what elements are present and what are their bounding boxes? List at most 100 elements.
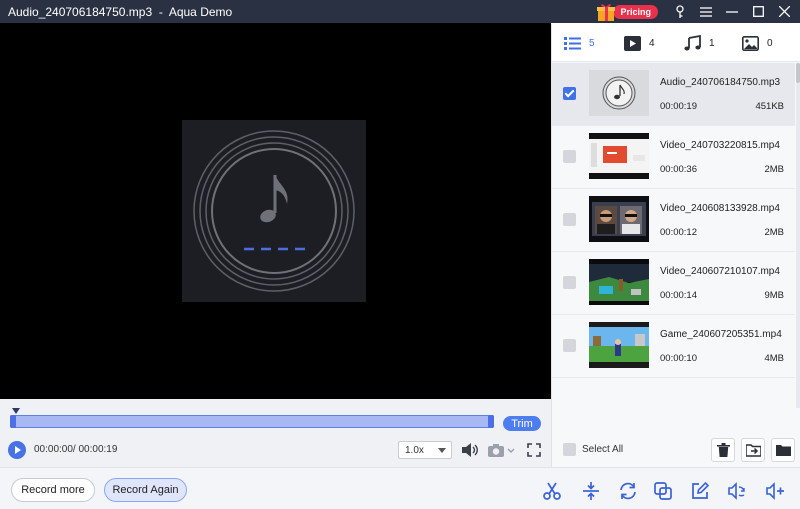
item-checkbox[interactable]	[563, 339, 576, 352]
select-all-box	[563, 443, 576, 456]
volume-icon[interactable]	[460, 441, 480, 459]
music-icon	[684, 35, 701, 51]
item-checkbox[interactable]	[563, 213, 576, 226]
edit-button[interactable]	[687, 478, 713, 504]
camera-icon[interactable]	[487, 441, 517, 459]
pricing-label: Pricing	[613, 4, 658, 19]
list-icon	[564, 36, 581, 50]
file-size: 9MB	[764, 290, 784, 301]
tab-audio-count: 1	[709, 37, 715, 49]
delete-button[interactable]	[711, 438, 735, 462]
playback-controls: Trim 00:00:00/ 00:00:19 1.0x	[0, 399, 551, 467]
convert-button[interactable]	[615, 478, 641, 504]
file-duration: 00:00:12	[660, 227, 697, 238]
file-duration: 00:00:19	[660, 101, 697, 112]
merge-button[interactable]	[650, 478, 676, 504]
open-folder-button[interactable]	[771, 438, 795, 462]
tab-image[interactable]: 0	[742, 35, 773, 51]
list-item[interactable]: Video_240607210107.mp4 00:00:14 9MB	[552, 252, 795, 315]
folder-icon	[775, 444, 791, 456]
item-checkbox[interactable]	[563, 87, 576, 100]
list-item[interactable]: Video_240608133928.mp4 00:00:12 2MB	[552, 189, 795, 252]
folder-import-icon	[745, 444, 761, 457]
scrollbar-thumb[interactable]	[796, 63, 800, 83]
volume-boost-button[interactable]	[762, 478, 788, 504]
file-size: 2MB	[764, 227, 784, 238]
file-duration: 00:00:10	[660, 353, 697, 364]
preview-player[interactable]	[0, 23, 551, 399]
scissors-icon	[543, 482, 561, 500]
app-name: Aqua Demo	[168, 4, 233, 19]
playhead[interactable]	[12, 408, 20, 414]
minimize-icon[interactable]	[720, 0, 744, 23]
import-button[interactable]	[741, 438, 765, 462]
file-size: 451KB	[755, 101, 784, 112]
compress-icon	[583, 482, 599, 500]
speaker-refresh-icon	[728, 482, 745, 500]
list-item[interactable]: Game_240607205351.mp4 00:00:10 4MB	[552, 315, 795, 378]
record-more-button[interactable]: Record more	[11, 478, 95, 502]
trim-track[interactable]	[10, 415, 494, 428]
file-size: 4MB	[764, 353, 784, 364]
trim-button[interactable]: Trim	[503, 416, 541, 431]
file-name: Video_240607210107.mp4	[660, 266, 780, 277]
music-note-icon	[193, 130, 355, 292]
window-title: Audio_240706184750.mp3 - Aqua Demo	[0, 5, 232, 19]
tab-image-count: 0	[767, 37, 773, 49]
convert-icon	[620, 482, 636, 500]
file-name: Game_240607205351.mp4	[660, 329, 782, 340]
tab-all-count: 5	[589, 37, 595, 49]
list-item[interactable]: Video_240703220815.mp4 00:00:36 2MB	[552, 126, 795, 189]
file-name: Video_240608133928.mp4	[660, 203, 780, 214]
list-item[interactable]: Audio_240706184750.mp3 00:00:19 451KB	[552, 63, 795, 126]
trim-tool-button[interactable]	[539, 478, 565, 504]
app-window: Audio_240706184750.mp3 - Aqua Demo Prici…	[0, 0, 800, 509]
speed-value: 1.0x	[405, 444, 424, 456]
key-icon[interactable]	[668, 0, 692, 23]
audio-artwork	[182, 120, 366, 302]
record-again-button[interactable]: Record Again	[104, 478, 187, 502]
edit-icon	[692, 481, 710, 499]
time-display: 00:00:00/ 00:00:19	[34, 444, 118, 455]
audio-convert-button[interactable]	[724, 478, 750, 504]
speed-select[interactable]: 1.0x	[398, 441, 452, 459]
trash-icon	[716, 443, 730, 457]
video-thumbnail	[589, 196, 649, 242]
gift-icon	[597, 3, 616, 21]
file-name: Audio_240706184750.mp3	[660, 77, 781, 88]
close-icon[interactable]	[772, 0, 796, 23]
file-duration: 00:00:14	[660, 290, 697, 301]
menu-icon[interactable]	[694, 0, 718, 23]
trim-start-handle[interactable]	[10, 415, 16, 428]
maximize-icon[interactable]	[746, 0, 770, 23]
select-all-label: Select All	[582, 444, 624, 455]
pricing-button[interactable]: Pricing	[595, 2, 658, 22]
item-checkbox[interactable]	[563, 276, 576, 289]
tab-all[interactable]: 5	[564, 35, 595, 51]
file-name: Video_240703220815.mp4	[660, 140, 780, 151]
filter-tabs: 5 4 1 0	[552, 23, 800, 62]
fullscreen-icon[interactable]	[526, 442, 542, 458]
list-scrollbar[interactable]	[796, 63, 800, 408]
video-thumbnail	[589, 133, 649, 179]
select-all-checkbox[interactable]: Select All	[563, 443, 623, 456]
bottom-toolbar: Record more Record Again	[0, 467, 800, 509]
recording-list: Audio_240706184750.mp3 00:00:19 451KB Vi…	[552, 63, 795, 378]
file-size: 2MB	[764, 164, 784, 175]
tab-video[interactable]: 4	[624, 35, 655, 51]
tab-video-count: 4	[649, 37, 655, 49]
tab-audio[interactable]: 1	[684, 35, 715, 51]
trim-end-handle[interactable]	[488, 415, 494, 428]
game-thumbnail	[589, 322, 649, 368]
window-filename: Audio_240706184750.mp3	[8, 4, 153, 19]
play-button[interactable]	[8, 441, 26, 459]
title-bar: Audio_240706184750.mp3 - Aqua Demo Prici…	[0, 0, 800, 23]
image-icon	[742, 35, 759, 51]
video-icon	[624, 35, 641, 51]
speaker-plus-icon	[766, 482, 784, 500]
item-checkbox[interactable]	[563, 150, 576, 163]
compress-button[interactable]	[578, 478, 604, 504]
merge-icon	[654, 482, 672, 500]
video-thumbnail	[589, 259, 649, 305]
chevron-down-icon	[438, 448, 446, 453]
